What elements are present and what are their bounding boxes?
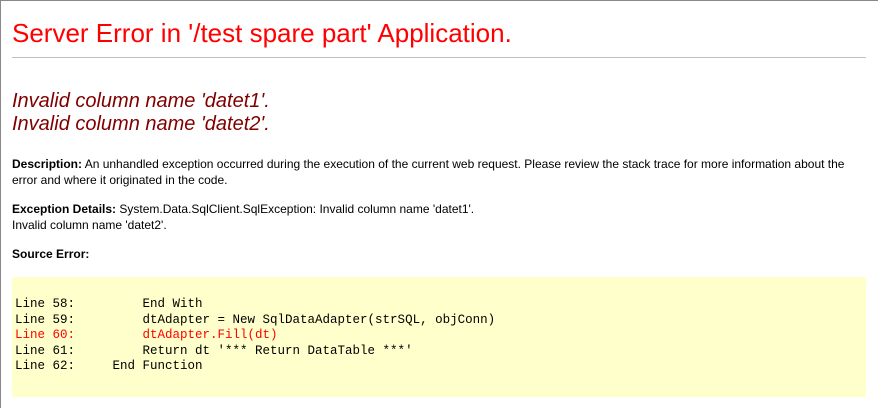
- description-label: Description:: [12, 157, 83, 171]
- exception-label: Exception Details:: [12, 202, 117, 216]
- code-line-error: Line 60: dtAdapter.Fill(dt): [15, 328, 278, 342]
- code-line: Line 62: End Function: [15, 359, 203, 373]
- source-error-heading: Source Error:: [12, 246, 862, 262]
- page-title: Server Error in '/test spare part' Appli…: [12, 18, 512, 48]
- error-line: Invalid column name 'datet1'.: [12, 90, 270, 112]
- error-line: Invalid column name 'datet2'.: [12, 113, 270, 135]
- error-message: Invalid column name 'datet1'. Invalid co…: [12, 90, 270, 136]
- code-line: Line 61: Return dt '*** Return DataTable…: [15, 343, 413, 358]
- description: Description: An unhandled exception occu…: [12, 156, 862, 188]
- exception-text-2: Invalid column name 'datet2'.: [12, 218, 167, 232]
- source-error-label: Source Error:: [12, 247, 90, 261]
- exception-details: Exception Details: System.Data.SqlClient…: [12, 201, 862, 233]
- exception-text: System.Data.SqlClient.SqlException: Inva…: [119, 202, 475, 216]
- description-text: An unhandled exception occurred during t…: [12, 157, 845, 187]
- code-line: Line 59: dtAdapter = New SqlDataAdapter(…: [15, 312, 496, 327]
- source-code-block: Line 58: End With Line 59: dtAdapter = N…: [12, 277, 866, 397]
- divider: [12, 57, 866, 58]
- code-line: Line 58: End With: [15, 297, 203, 311]
